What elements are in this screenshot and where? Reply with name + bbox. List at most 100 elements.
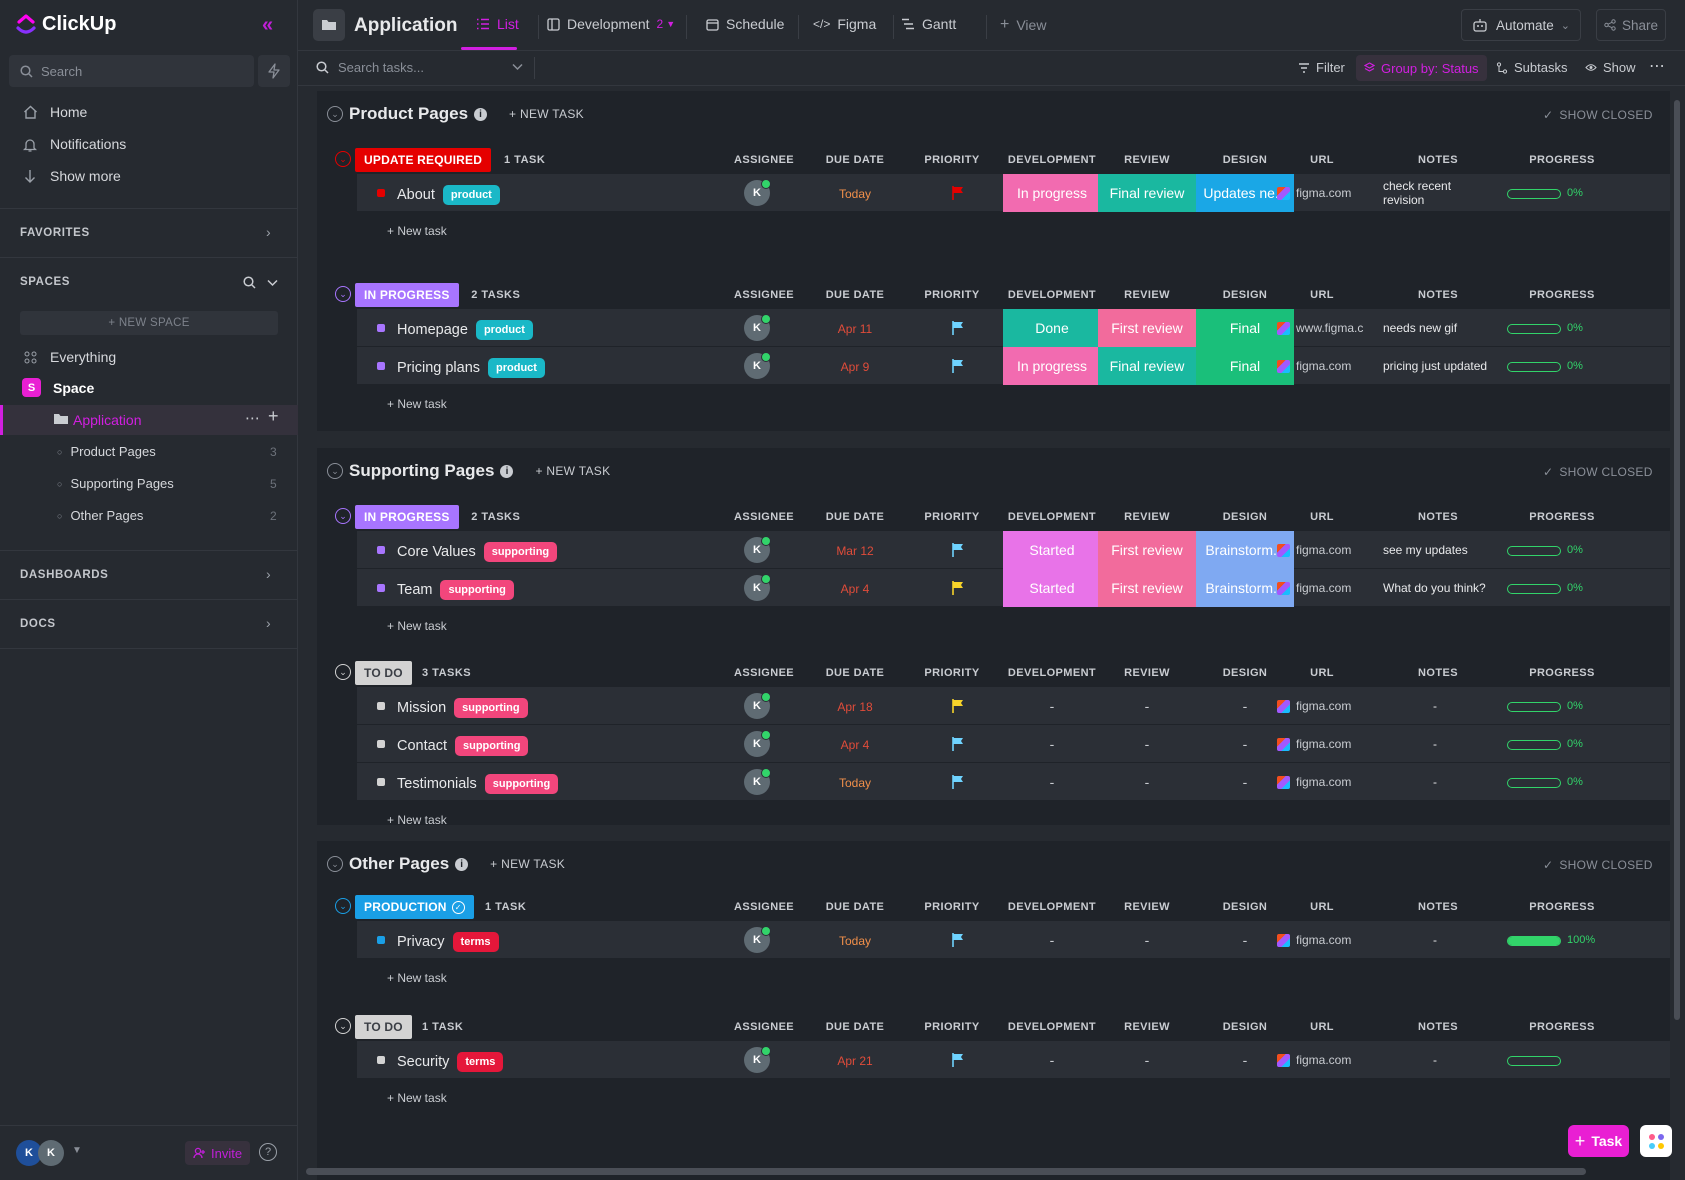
- assignee-avatar[interactable]: K: [744, 926, 771, 953]
- collapse-group-icon[interactable]: ⌄: [335, 151, 351, 167]
- column-header[interactable]: NOTES: [1383, 154, 1493, 166]
- column-header[interactable]: PROGRESS: [1507, 1021, 1617, 1033]
- task-name[interactable]: Core Values: [397, 544, 476, 560]
- column-header[interactable]: NOTES: [1383, 289, 1493, 301]
- task-tag[interactable]: supporting: [440, 580, 514, 600]
- task-name[interactable]: About: [397, 187, 435, 203]
- assignee-avatar[interactable]: K: [744, 314, 771, 341]
- sidebar-list-other-pages[interactable]: ○ Other Pages 2: [57, 508, 277, 523]
- task-name-cell[interactable]: Privacy terms: [397, 932, 499, 952]
- column-header[interactable]: URL: [1277, 511, 1367, 523]
- collapse-group-icon[interactable]: ⌄: [335, 1018, 351, 1034]
- url-cell[interactable]: figma.com: [1277, 359, 1351, 373]
- status-pill[interactable]: IN PROGRESS: [355, 283, 459, 307]
- review-cell[interactable]: -: [1098, 725, 1196, 763]
- new-task-button[interactable]: + New task: [387, 813, 447, 827]
- add-task-fab-button[interactable]: + Task: [1568, 1125, 1629, 1157]
- priority-flag-icon[interactable]: [951, 774, 965, 790]
- apps-grid-button[interactable]: [1640, 1125, 1672, 1157]
- collapse-section-icon[interactable]: ⌄: [327, 856, 343, 872]
- invite-button[interactable]: Invite: [185, 1141, 251, 1165]
- collapse-group-icon[interactable]: ⌄: [335, 508, 351, 524]
- section-new-task-button[interactable]: + NEW TASK: [490, 857, 565, 871]
- spaces-chevron-down-icon[interactable]: [267, 279, 278, 287]
- spaces-header[interactable]: SPACES: [20, 276, 70, 288]
- task-name[interactable]: Homepage: [397, 322, 468, 338]
- column-header[interactable]: DEVELOPMENT: [1003, 154, 1101, 166]
- task-tag[interactable]: supporting: [454, 736, 529, 756]
- column-header[interactable]: REVIEW: [1098, 667, 1196, 679]
- column-header[interactable]: PRIORITY: [912, 901, 992, 913]
- priority-flag-icon[interactable]: [951, 698, 965, 714]
- show-closed-button[interactable]: ✓ SHOW CLOSED: [1543, 858, 1653, 872]
- tab-list[interactable]: List: [476, 16, 519, 32]
- sidebar-item-space[interactable]: S Space: [22, 378, 94, 397]
- task-tag[interactable]: supporting: [454, 698, 528, 718]
- due-date[interactable]: Apr 18: [800, 700, 910, 714]
- status-dot-icon[interactable]: [377, 189, 385, 197]
- column-header[interactable]: NOTES: [1383, 1021, 1493, 1033]
- task-name-cell[interactable]: About product: [397, 185, 500, 205]
- review-cell[interactable]: First review: [1098, 309, 1196, 347]
- column-header[interactable]: ASSIGNEE: [734, 1021, 794, 1033]
- task-row[interactable]: About product K Today In progress Final …: [357, 174, 1670, 212]
- column-header[interactable]: NOTES: [1383, 667, 1493, 679]
- due-date[interactable]: Apr 9: [800, 360, 910, 374]
- column-header[interactable]: REVIEW: [1098, 901, 1196, 913]
- tab-figma[interactable]: </> Figma: [813, 16, 876, 32]
- user-avatar[interactable]: K: [38, 1140, 64, 1166]
- task-name-cell[interactable]: Homepage product: [397, 320, 533, 340]
- section-new-task-button[interactable]: + NEW TASK: [535, 464, 610, 478]
- priority-flag-icon[interactable]: [951, 542, 965, 558]
- url-cell[interactable]: figma.com: [1277, 543, 1351, 557]
- priority-flag-icon[interactable]: [951, 736, 965, 752]
- collapse-group-icon[interactable]: ⌄: [335, 664, 351, 680]
- group-by-button[interactable]: Group by: Status: [1356, 55, 1487, 81]
- status-pill[interactable]: TO DO: [355, 1015, 412, 1039]
- development-cell[interactable]: Started: [1003, 569, 1101, 607]
- column-header[interactable]: DUE DATE: [800, 667, 910, 679]
- collapse-section-icon[interactable]: ⌄: [327, 106, 343, 122]
- column-header[interactable]: NOTES: [1383, 511, 1493, 523]
- new-task-button[interactable]: + New task: [387, 971, 447, 985]
- priority-flag-icon[interactable]: [951, 580, 965, 596]
- url-cell[interactable]: figma.com: [1277, 933, 1351, 947]
- due-date[interactable]: Mar 12: [800, 544, 910, 558]
- due-date[interactable]: Apr 4: [800, 582, 910, 596]
- sidebar-item-everything[interactable]: Everything: [22, 349, 116, 365]
- status-pill[interactable]: IN PROGRESS: [355, 505, 459, 529]
- status-dot-icon[interactable]: [377, 584, 385, 592]
- vertical-scrollbar[interactable]: [1674, 100, 1680, 1020]
- folder-add-icon[interactable]: +: [268, 406, 280, 427]
- column-header[interactable]: DUE DATE: [800, 1021, 910, 1033]
- quick-action-bolt-icon[interactable]: [258, 55, 290, 87]
- task-tag[interactable]: product: [475, 320, 533, 340]
- column-header[interactable]: PRIORITY: [912, 511, 992, 523]
- column-header[interactable]: DEVELOPMENT: [1003, 667, 1101, 679]
- status-dot-icon[interactable]: [377, 1056, 385, 1064]
- url-text[interactable]: figma.com: [1296, 775, 1351, 789]
- add-view-button[interactable]: + View: [1000, 16, 1046, 34]
- assignee-avatar[interactable]: K: [744, 1046, 771, 1073]
- development-cell[interactable]: -: [1003, 725, 1101, 763]
- new-space-button[interactable]: + NEW SPACE: [20, 311, 278, 335]
- review-cell[interactable]: -: [1098, 1041, 1196, 1079]
- development-cell[interactable]: In progress: [1003, 347, 1101, 385]
- folder-icon[interactable]: [313, 9, 345, 41]
- assignee-avatar[interactable]: K: [744, 352, 771, 379]
- column-header[interactable]: DUE DATE: [800, 901, 910, 913]
- assignee-avatar[interactable]: K: [744, 179, 771, 206]
- filter-button[interactable]: Filter: [1298, 60, 1345, 75]
- column-header[interactable]: ASSIGNEE: [734, 154, 794, 166]
- column-header[interactable]: DUE DATE: [800, 154, 910, 166]
- new-task-button[interactable]: + New task: [387, 224, 447, 238]
- task-name-cell[interactable]: Pricing plans product: [397, 358, 545, 378]
- task-row[interactable]: Core Values supporting K Mar 12 Started …: [357, 531, 1670, 569]
- column-header[interactable]: DEVELOPMENT: [1003, 1021, 1101, 1033]
- column-header[interactable]: DEVELOPMENT: [1003, 901, 1101, 913]
- column-header[interactable]: ASSIGNEE: [734, 511, 794, 523]
- column-header[interactable]: URL: [1277, 1021, 1367, 1033]
- column-header[interactable]: ASSIGNEE: [734, 667, 794, 679]
- notes-cell[interactable]: -: [1383, 699, 1487, 713]
- assignee-avatar[interactable]: K: [744, 574, 771, 601]
